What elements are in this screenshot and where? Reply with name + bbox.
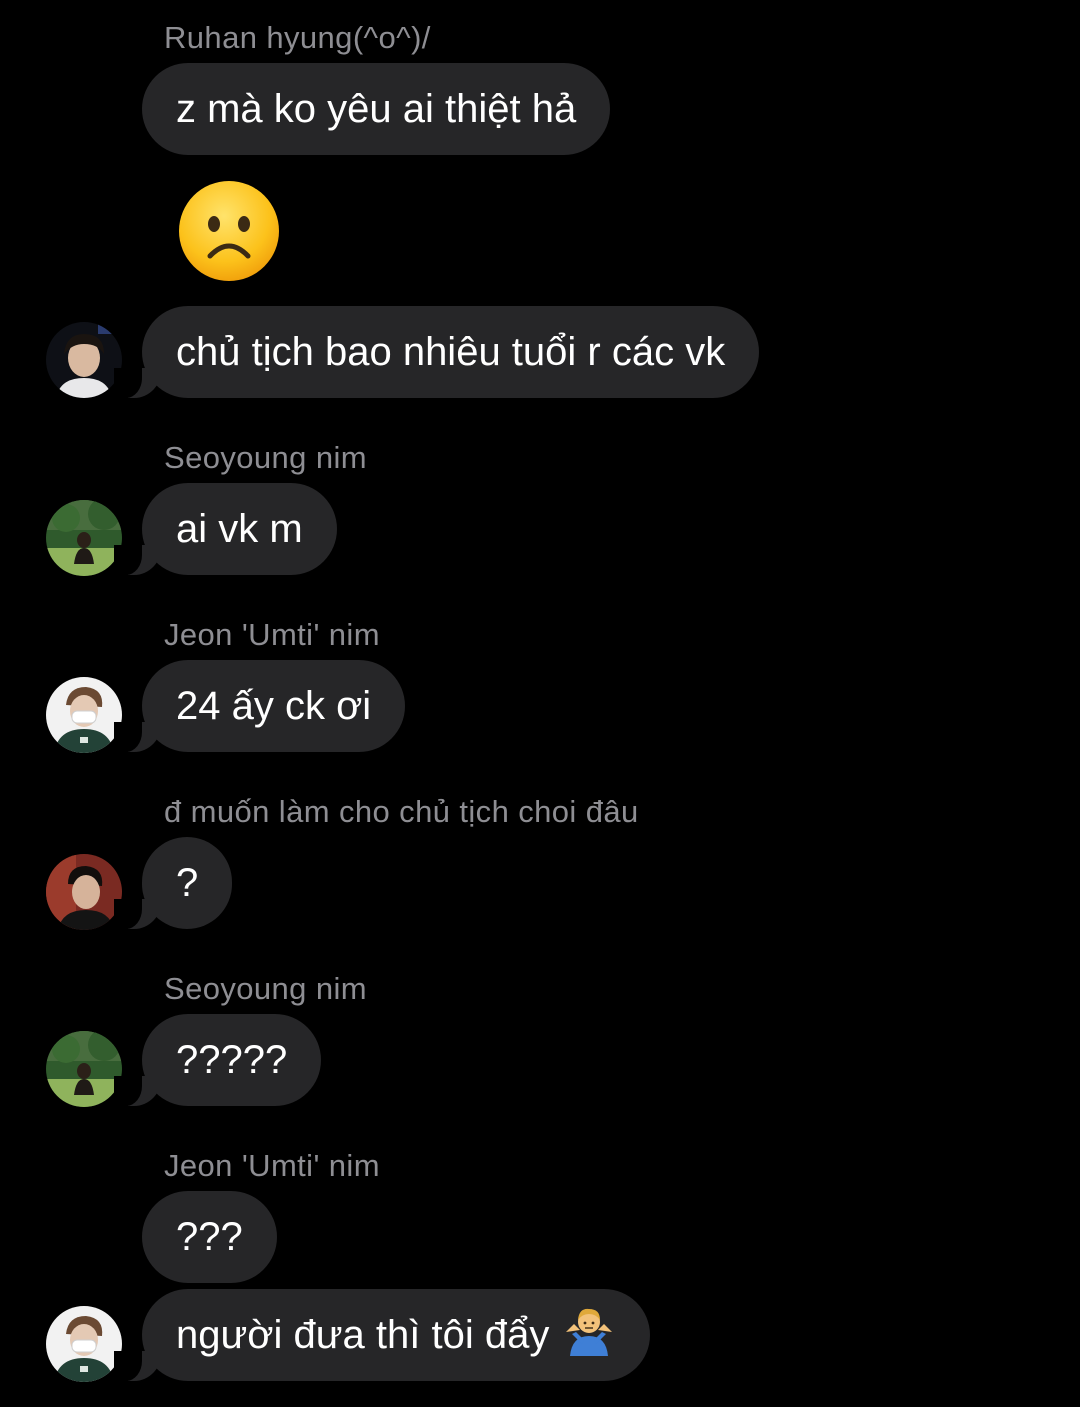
person-shrugging-emoji-icon xyxy=(562,1297,616,1356)
message-text: z mà ko yêu ai thiệt hả xyxy=(176,87,577,131)
avatar[interactable] xyxy=(46,500,122,576)
sender-name: đ muốn làm cho chủ tịch choi đâu xyxy=(164,794,639,829)
avatar[interactable] xyxy=(46,322,122,398)
message-bubble[interactable]: ??? xyxy=(142,1191,277,1283)
message-text: 24 ấy ck ơi xyxy=(176,684,372,728)
avatar[interactable] xyxy=(46,1031,122,1107)
sender-name: Jeon 'Umti' nim xyxy=(164,617,380,652)
sender-name: Ruhan hyung(^o^)/ xyxy=(164,20,431,55)
message-bubble[interactable]: z mà ko yêu ai thiệt hả xyxy=(142,63,611,155)
message-text: ????? xyxy=(176,1038,288,1082)
sender-name: Jeon 'Umti' nim xyxy=(164,1148,380,1183)
message-text: ? xyxy=(176,861,199,905)
avatar[interactable] xyxy=(46,1306,122,1382)
avatar[interactable] xyxy=(46,854,122,930)
message-bubble[interactable]: ????? xyxy=(113,1014,322,1106)
message-text: ai vk m xyxy=(176,507,303,551)
message-bubble[interactable]: người đưa thì tôi đẩy xyxy=(113,1289,651,1381)
avatar[interactable] xyxy=(46,677,122,753)
message-bubble[interactable]: ? xyxy=(113,837,233,929)
message-text: ??? xyxy=(176,1215,243,1259)
message-text: chủ tịch bao nhiêu tuổi r các vk xyxy=(176,330,726,374)
sender-name: Seoyoung nim xyxy=(164,440,367,475)
frowning-face-emoji-icon[interactable] xyxy=(178,180,280,282)
message-bubble[interactable]: ai vk m xyxy=(114,483,337,575)
sender-name: Seoyoung nim xyxy=(164,971,367,1006)
message-bubble[interactable]: chủ tịch bao nhiêu tuổi r các vk xyxy=(113,306,760,398)
chat-thread: Ruhan hyung(^o^)/ z mà ko yêu ai thiệt h… xyxy=(0,0,1080,1407)
message-bubble[interactable]: 24 ấy ck ơi xyxy=(113,660,406,752)
message-text: người đưa thì tôi đẩy xyxy=(176,1313,550,1357)
